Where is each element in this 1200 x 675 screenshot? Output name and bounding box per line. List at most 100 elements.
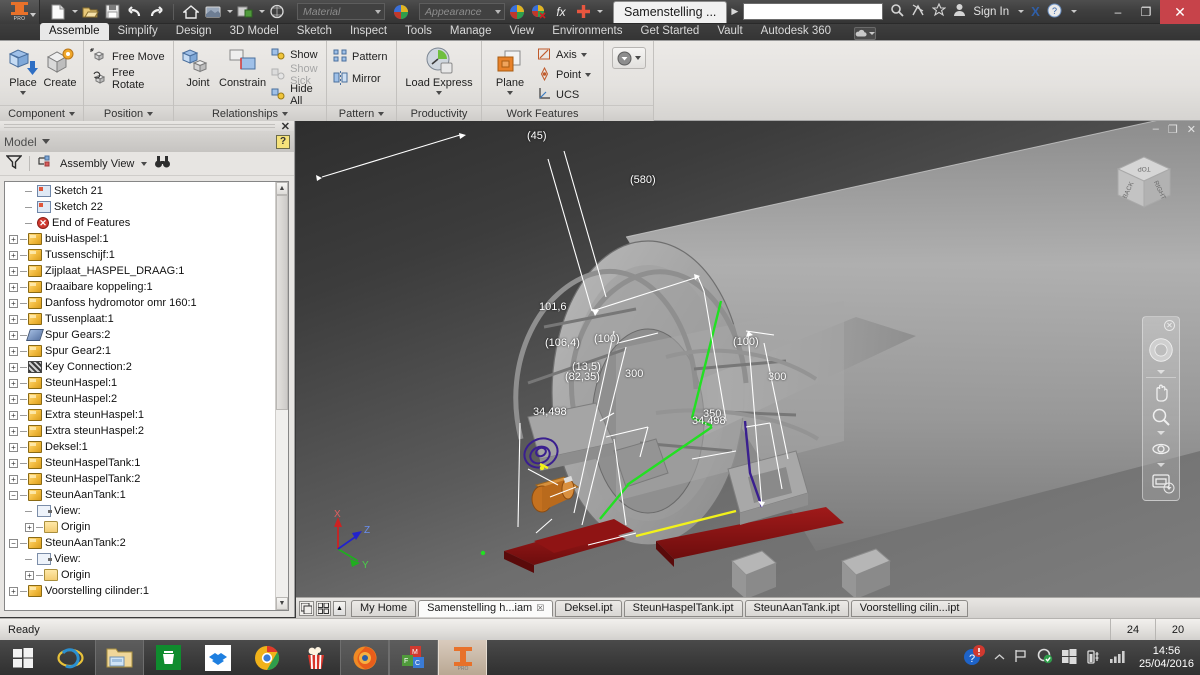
dimension-label[interactable]: (82,35) (565, 371, 600, 383)
hide-all-button[interactable]: Hide All (271, 83, 320, 107)
chevron-down-icon[interactable] (580, 53, 587, 57)
collapse-node-icon[interactable]: − (9, 490, 18, 500)
tab-overflow-arrow-icon[interactable]: ▶ (731, 6, 738, 17)
chevron-down-icon[interactable] (72, 10, 78, 13)
tree-node[interactable]: Sketch 21 (5, 183, 275, 199)
clear-appearance-icon[interactable] (529, 2, 549, 22)
tree-node[interactable]: + Extra steunHaspel:1 (5, 407, 275, 423)
chevron-down-icon[interactable] (1070, 10, 1077, 13)
doc-tab-steunhaspeltank[interactable]: SteunHaspelTank.ipt (623, 599, 743, 617)
scroll-down-arrow-icon[interactable]: ▼ (276, 597, 288, 610)
joint-button[interactable]: Joint (180, 44, 216, 89)
dimension-label[interactable]: (100) (594, 333, 620, 345)
close-icon[interactable]: ✕ (1164, 320, 1175, 331)
tree-node[interactable]: − SteunAanTank:2 (5, 535, 275, 551)
viewport-minimize-button[interactable]: – (1153, 123, 1159, 136)
help-icon[interactable]: ? (1047, 3, 1062, 21)
add-plus-icon[interactable] (573, 2, 593, 22)
autodesk-suite-icon[interactable]: MFC (389, 640, 438, 675)
assembly-view-label[interactable]: Assembly View (60, 158, 134, 170)
material-dropdown[interactable]: Material (297, 3, 385, 20)
collapse-node-icon[interactable]: − (9, 538, 18, 548)
tree-node[interactable]: ✕ End of Features (5, 215, 275, 231)
close-button[interactable]: ✕ (1160, 0, 1200, 24)
tree-node[interactable]: + SteunHaspelTank:1 (5, 455, 275, 471)
new-file-icon[interactable] (48, 2, 68, 22)
tab-manage[interactable]: Manage (441, 23, 501, 40)
expand-node-icon[interactable]: + (9, 410, 18, 420)
search-help-icon[interactable] (890, 3, 904, 20)
tree-node[interactable]: + Extra steunHaspel:2 (5, 423, 275, 439)
dimension-label[interactable]: (106,4) (545, 337, 580, 349)
home-icon[interactable] (181, 2, 201, 22)
navbar-options-icon[interactable] (1163, 482, 1175, 497)
tree-node[interactable]: + Origin (5, 567, 275, 583)
internet-explorer-icon[interactable] (46, 640, 95, 675)
panel-title-pattern[interactable]: Pattern (327, 105, 396, 121)
grid-windows-icon[interactable] (316, 600, 331, 616)
appearance-wheel-icon[interactable] (507, 2, 527, 22)
windows-store-icon[interactable] (144, 640, 193, 675)
file-explorer-icon[interactable] (95, 640, 144, 675)
chevron-down-icon[interactable] (597, 10, 603, 13)
tab-assemble[interactable]: Assemble (40, 23, 109, 40)
tree-node[interactable]: Sketch 22 (5, 199, 275, 215)
tree-node[interactable]: + Draaibare koppeling:1 (5, 279, 275, 295)
document-title-tab[interactable]: Samenstelling ... (613, 0, 728, 23)
tree-node[interactable]: + Deksel:1 (5, 439, 275, 455)
tab-view[interactable]: View (500, 23, 543, 40)
search-input[interactable] (743, 3, 884, 20)
panel-title-productivity[interactable]: Productivity (397, 105, 481, 121)
show-relationships-button[interactable]: Show (271, 45, 320, 65)
expand-node-icon[interactable]: + (9, 330, 18, 340)
exchange-apps-icon[interactable] (911, 3, 925, 20)
tree-node[interactable]: + SteunHaspel:2 (5, 391, 275, 407)
ucs-button[interactable]: UCS (537, 85, 591, 105)
scrollbar-thumb[interactable] (276, 195, 288, 410)
appearance-dropdown[interactable]: Appearance (419, 3, 505, 20)
google-chrome-icon[interactable] (242, 640, 291, 675)
expand-node-icon[interactable]: + (9, 458, 18, 468)
expand-node-icon[interactable]: + (9, 442, 18, 452)
ground-shadow-icon[interactable] (267, 2, 287, 22)
chevron-down-icon[interactable] (41, 139, 50, 144)
favorites-star-icon[interactable] (931, 2, 947, 20)
work-plane-button[interactable]: Plane (488, 44, 532, 95)
doc-tab-my-home[interactable]: My Home (351, 599, 417, 617)
expand-node-icon[interactable]: + (9, 346, 18, 356)
sign-in-button[interactable]: Sign In (973, 6, 1009, 18)
windows-icon[interactable] (1061, 648, 1077, 667)
tab-inspect[interactable]: Inspect (341, 23, 396, 40)
expand-node-icon[interactable]: + (9, 394, 18, 404)
panel-title-position[interactable]: Position (84, 105, 173, 121)
tree-node[interactable]: − SteunAanTank:1 (5, 487, 275, 503)
view-face-icon[interactable] (235, 2, 255, 22)
action-center-alert-icon[interactable]: ? (963, 645, 985, 670)
doc-tab-samenstelling[interactable]: Samenstelling h...iam ☒ (418, 599, 554, 617)
tile-windows-icon[interactable] (299, 600, 314, 616)
visual-style-icon[interactable] (203, 2, 223, 22)
zoom-magnifier-icon[interactable] (1148, 406, 1174, 428)
inventor-icon[interactable]: PRO (438, 640, 487, 675)
expand-node-icon[interactable]: + (9, 314, 18, 324)
tree-node[interactable]: + SteunHaspelTank:2 (5, 471, 275, 487)
tab-tools[interactable]: Tools (396, 23, 441, 40)
scroll-up-arrow-icon[interactable]: ▲ (276, 182, 288, 195)
exchange-x-icon[interactable]: X (1031, 4, 1040, 19)
tree-node[interactable]: + Spur Gear2:1 (5, 343, 275, 359)
view-cube[interactable]: TOP BACK RIGHT (1110, 151, 1178, 219)
flag-icon[interactable] (1014, 649, 1028, 666)
pan-hand-icon[interactable] (1148, 381, 1174, 403)
pattern-button[interactable]: Pattern (333, 47, 387, 67)
scroll-up-icon[interactable]: ▲ (333, 600, 346, 616)
panel-title-component[interactable]: Component (0, 105, 83, 121)
ribbon-overflow-button[interactable] (611, 47, 646, 69)
tree-node[interactable]: + Spur Gears:2 (5, 327, 275, 343)
expand-node-icon[interactable]: + (9, 586, 18, 596)
place-component-button[interactable]: Place (6, 44, 40, 95)
dimension-label[interactable]: (45) (527, 130, 547, 142)
parameters-fx-icon[interactable]: fx (551, 2, 571, 22)
tree-node[interactable]: + Key Connection:2 (5, 359, 275, 375)
free-rotate-button[interactable]: Free Rotate (90, 67, 167, 91)
show-hidden-icons-icon[interactable] (994, 652, 1005, 664)
